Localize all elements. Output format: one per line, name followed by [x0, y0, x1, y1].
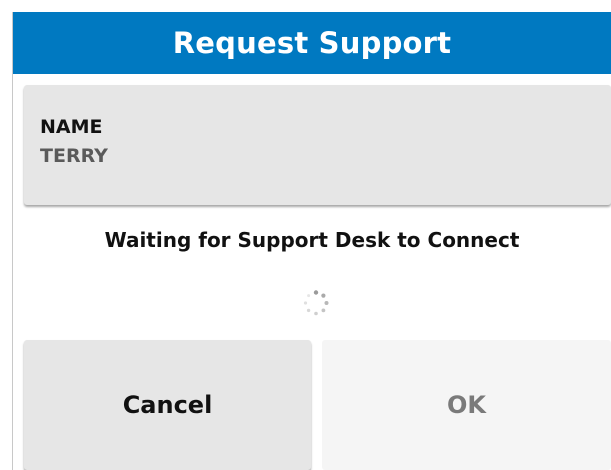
ok-button[interactable]: OK [322, 340, 611, 470]
status-message: Waiting for Support Desk to Connect [104, 228, 520, 252]
name-field-label: NAME [40, 116, 103, 138]
request-support-dialog: Request Support NAME TERRY Waiting for S… [12, 12, 611, 470]
cancel-button[interactable]: Cancel [24, 340, 311, 470]
name-field[interactable]: NAME TERRY [24, 85, 611, 205]
loading-spinner-icon [303, 290, 329, 316]
dialog-title: Request Support [13, 12, 611, 74]
name-field-value: TERRY [40, 145, 108, 167]
